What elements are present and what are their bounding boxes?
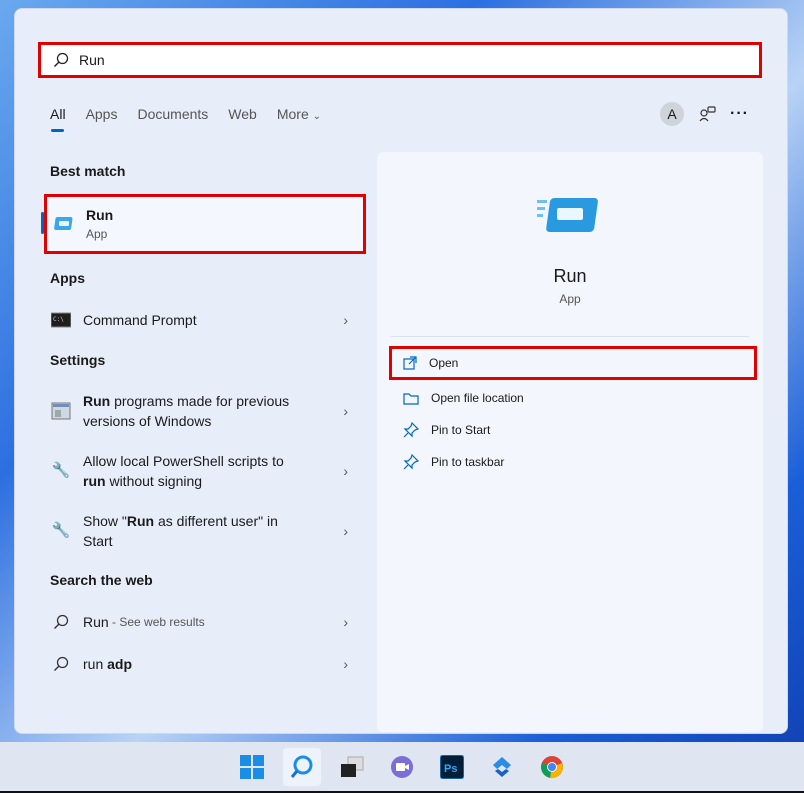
action-label: Open (429, 356, 459, 370)
open-external-icon (403, 356, 417, 370)
list-item-setting[interactable]: Run programs made for previous versions o… (44, 390, 366, 432)
windows-start-icon[interactable] (233, 748, 271, 786)
teams-chat-icon[interactable] (383, 748, 421, 786)
section-best-match: Best match (50, 163, 126, 179)
best-match-run[interactable]: Run App (44, 194, 366, 254)
chevron-right-icon: › (343, 312, 348, 328)
feedback-icon[interactable] (698, 105, 716, 123)
chevron-right-icon: › (343, 614, 348, 630)
filter-tabs: All Apps Documents Web More ⌄ (50, 106, 321, 132)
text: Allow local PowerShell scripts to (83, 453, 284, 469)
section-settings: Settings (50, 352, 106, 368)
text-bold: Run (83, 393, 111, 409)
tab-all[interactable]: All (50, 106, 66, 132)
command-prompt-icon: C:\ (46, 312, 76, 328)
photoshop-icon[interactable]: Ps (433, 748, 471, 786)
search-icon (46, 614, 76, 630)
chevron-right-icon: › (343, 656, 348, 672)
open-file-location-button[interactable]: Open file location (389, 381, 757, 415)
tab-web[interactable]: Web (228, 106, 257, 122)
web-result-run[interactable]: Run - See web results › (44, 608, 366, 636)
action-label: Open file location (431, 391, 524, 405)
selection-indicator (41, 212, 44, 234)
search-input[interactable]: Run (38, 42, 762, 78)
avatar[interactable]: A (660, 102, 684, 126)
chevron-right-icon: › (343, 463, 348, 479)
text: as different user" in (154, 513, 278, 529)
detail-title: Run (553, 266, 587, 286)
detail-subtitle: App (559, 292, 581, 306)
list-item-setting[interactable]: 🔧 Show "Run as different user" in Start › (44, 510, 366, 552)
web-query: Run (83, 614, 109, 630)
chevron-right-icon: › (343, 403, 348, 419)
text-bold: run (83, 473, 106, 489)
web-query-bold: adp (107, 656, 133, 672)
divider (391, 336, 749, 337)
text: Start (83, 533, 113, 549)
svg-text:C:\: C:\ (53, 316, 64, 323)
tab-more[interactable]: More ⌄ (277, 106, 321, 122)
text: versions of Windows (83, 413, 212, 429)
pin-to-taskbar-button[interactable]: Pin to taskbar (389, 445, 757, 479)
pin-to-start-button[interactable]: Pin to Start (389, 413, 757, 447)
chrome-icon[interactable] (533, 748, 571, 786)
task-view-icon[interactable] (333, 748, 371, 786)
developer-settings-icon: 🔧 (51, 522, 71, 539)
search-query: Run (79, 52, 105, 68)
taskbar: Ps (0, 742, 804, 793)
search-icon (54, 52, 69, 67)
tab-more-label: More (276, 106, 309, 122)
item-label: Command Prompt (83, 312, 197, 328)
search-icon (46, 656, 76, 672)
detail-pane: Run App Open Open file location Pin to S… (377, 152, 763, 732)
web-query: run (83, 656, 108, 672)
svg-text:Ps: Ps (444, 763, 457, 775)
run-app-large-icon (537, 198, 598, 232)
pin-icon (403, 454, 419, 470)
developer-settings-icon: 🔧 (51, 462, 71, 479)
top-right-icons: A ··· (660, 102, 749, 126)
more-options-icon[interactable]: ··· (730, 105, 749, 123)
tab-apps[interactable]: Apps (86, 106, 118, 122)
best-title: Run (86, 207, 114, 223)
chevron-right-icon: › (343, 523, 348, 539)
app-icon[interactable] (483, 748, 521, 786)
open-button[interactable]: Open (389, 346, 757, 380)
web-suffix: - See web results (108, 615, 205, 629)
program-compatibility-icon (46, 402, 76, 420)
tab-documents[interactable]: Documents (137, 106, 208, 122)
action-label: Pin to Start (431, 423, 491, 437)
text: without signing (105, 473, 203, 489)
text: programs made for previous (110, 393, 290, 409)
list-item-setting[interactable]: 🔧 Allow local PowerShell scripts to run w… (44, 450, 366, 492)
best-subtitle: App (86, 227, 108, 241)
search-taskbar-icon[interactable] (283, 747, 321, 786)
section-search-web: Search the web (50, 572, 153, 588)
pin-icon (403, 422, 419, 438)
text-bold: Run (126, 513, 155, 529)
text: Show " (83, 513, 127, 529)
chevron-down-icon: ⌄ (312, 111, 322, 122)
action-label: Pin to taskbar (431, 455, 505, 469)
folder-icon (403, 393, 419, 405)
web-result-run-adp[interactable]: run adp › (44, 650, 366, 678)
section-apps: Apps (50, 270, 85, 286)
run-app-icon (49, 215, 79, 233)
list-item-command-prompt[interactable]: C:\ Command Prompt › (44, 306, 366, 334)
